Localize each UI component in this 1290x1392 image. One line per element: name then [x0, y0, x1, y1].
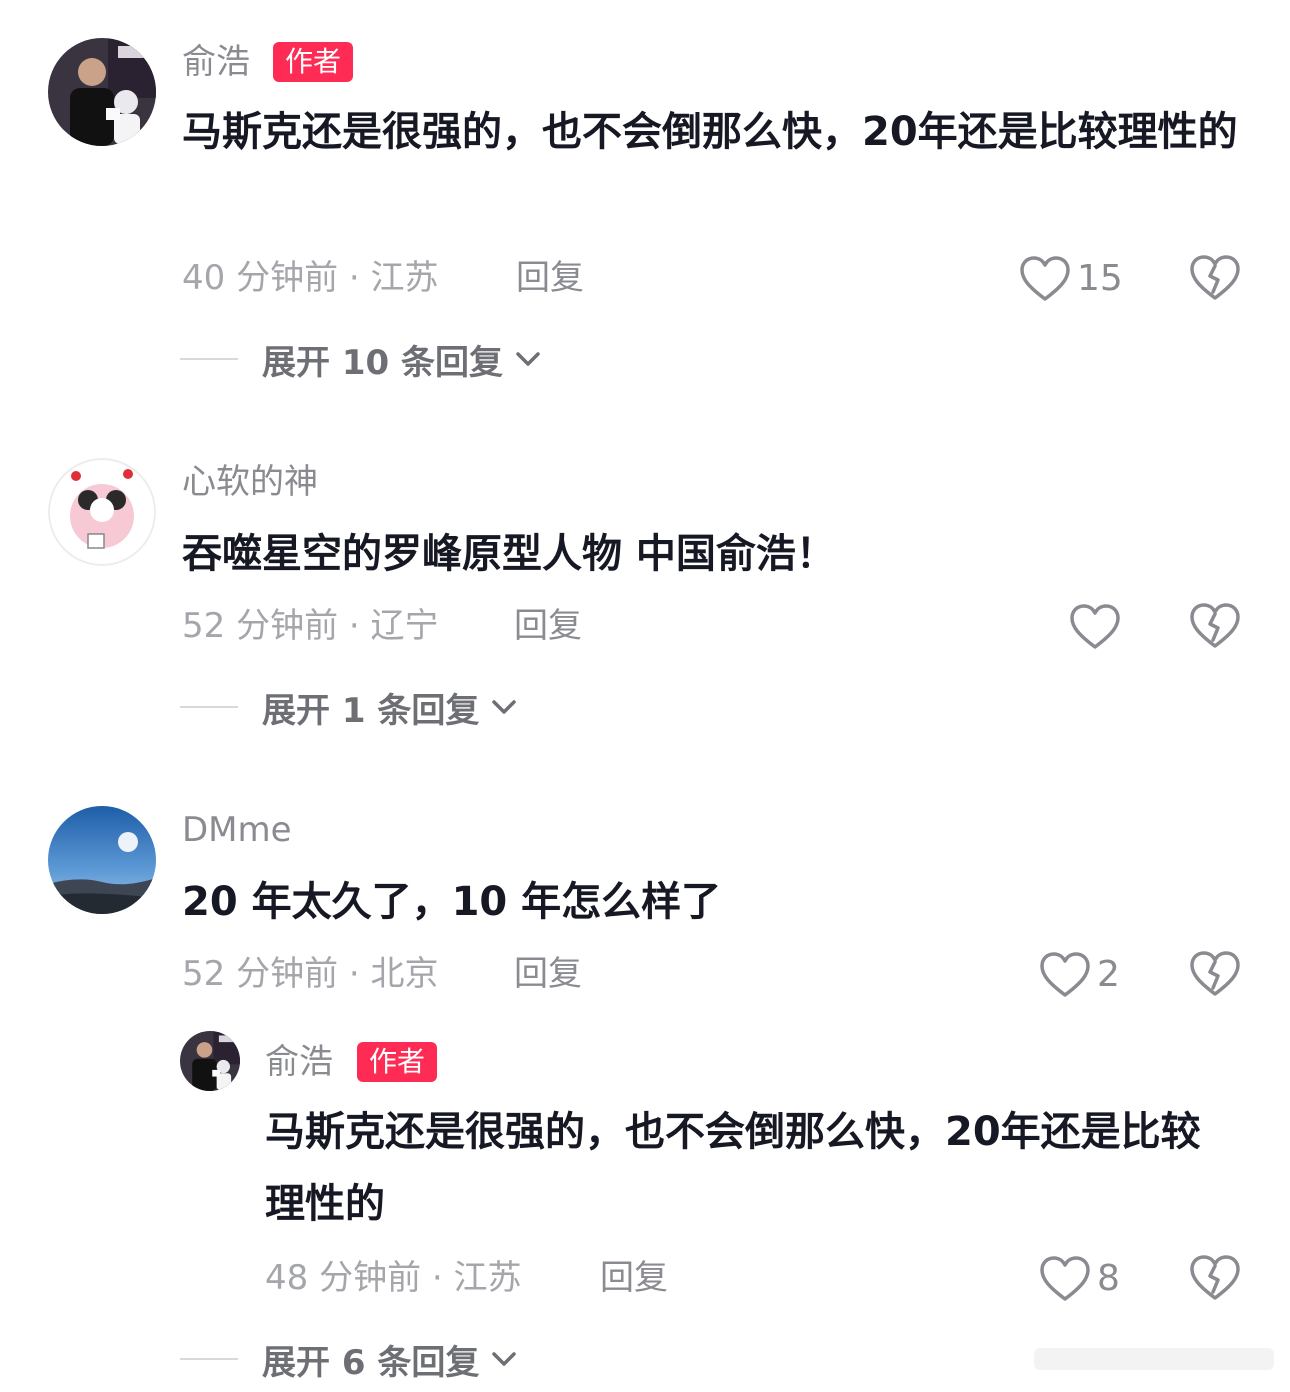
- expand-replies-label: 展开 1 条回复: [262, 690, 480, 731]
- broken-heart-icon: [1189, 1254, 1241, 1302]
- comment-text: 20 年太久了，10 年怎么样了: [182, 879, 722, 925]
- expand-replies-label: 展开 10 条回复: [262, 342, 503, 383]
- expand-replies-button[interactable]: 展开 6 条回复: [180, 1334, 519, 1384]
- author-badge: 作者: [357, 1042, 438, 1082]
- comment-meta: 48 分钟前 · 江苏: [265, 1258, 522, 1298]
- chevron-down-icon: [513, 349, 543, 369]
- like-count: 2: [1097, 954, 1120, 995]
- avatar[interactable]: [48, 458, 156, 566]
- reply-button[interactable]: 回复: [600, 1256, 668, 1300]
- chevron-down-icon: [489, 697, 519, 717]
- avatar[interactable]: [48, 806, 156, 914]
- comment-meta: 52 分钟前 · 辽宁: [182, 606, 439, 646]
- comment-username[interactable]: 俞浩: [265, 1040, 333, 1084]
- broken-heart-icon: [1189, 254, 1241, 302]
- like-button[interactable]: 8: [1039, 1254, 1120, 1304]
- chevron-down-icon: [489, 1349, 519, 1369]
- divider: [180, 706, 238, 708]
- comment-text: 马斯克还是很强的，也不会倒那么快，20年还是比较理性的: [182, 109, 1238, 155]
- divider: [180, 1358, 238, 1360]
- heart-outline-icon: [1069, 603, 1121, 651]
- dislike-button[interactable]: [1189, 1254, 1241, 1302]
- like-button[interactable]: [1069, 602, 1127, 652]
- watermark: [1030, 1338, 1280, 1378]
- dislike-button[interactable]: [1189, 602, 1241, 650]
- expand-replies-button[interactable]: 展开 10 条回复: [180, 334, 543, 384]
- heart-outline-icon: [1039, 1255, 1091, 1303]
- reply-button[interactable]: 回复: [516, 256, 584, 300]
- comment-meta: 52 分钟前 · 北京: [182, 954, 439, 994]
- comment-username[interactable]: DMme: [182, 808, 292, 852]
- broken-heart-icon: [1189, 950, 1241, 998]
- reply-button[interactable]: 回复: [514, 952, 582, 996]
- like-count: 15: [1077, 258, 1123, 299]
- author-badge: 作者: [273, 42, 354, 82]
- comment-text: 马斯克还是很强的，也不会倒那么快，20年还是比较理性的: [265, 1109, 1201, 1227]
- heart-outline-icon: [1039, 951, 1091, 999]
- divider: [180, 358, 238, 360]
- dislike-button[interactable]: [1189, 950, 1241, 998]
- avatar[interactable]: [180, 1031, 240, 1091]
- reply-button[interactable]: 回复: [514, 604, 582, 648]
- comment-username[interactable]: 心软的神: [182, 460, 318, 504]
- like-button[interactable]: 2: [1039, 950, 1120, 1000]
- like-count: 8: [1097, 1258, 1120, 1299]
- broken-heart-icon: [1189, 602, 1241, 650]
- comment-text: 吞噬星空的罗峰原型人物 中国俞浩！: [182, 531, 836, 577]
- avatar[interactable]: [48, 38, 156, 146]
- comment-username[interactable]: 俞浩: [182, 40, 250, 84]
- like-button[interactable]: 15: [1019, 254, 1123, 304]
- comment-meta: 40 分钟前 · 江苏: [182, 258, 439, 298]
- expand-replies-label: 展开 6 条回复: [262, 1342, 480, 1383]
- expand-replies-button[interactable]: 展开 1 条回复: [180, 682, 519, 732]
- heart-outline-icon: [1019, 255, 1071, 303]
- dislike-button[interactable]: [1189, 254, 1241, 302]
